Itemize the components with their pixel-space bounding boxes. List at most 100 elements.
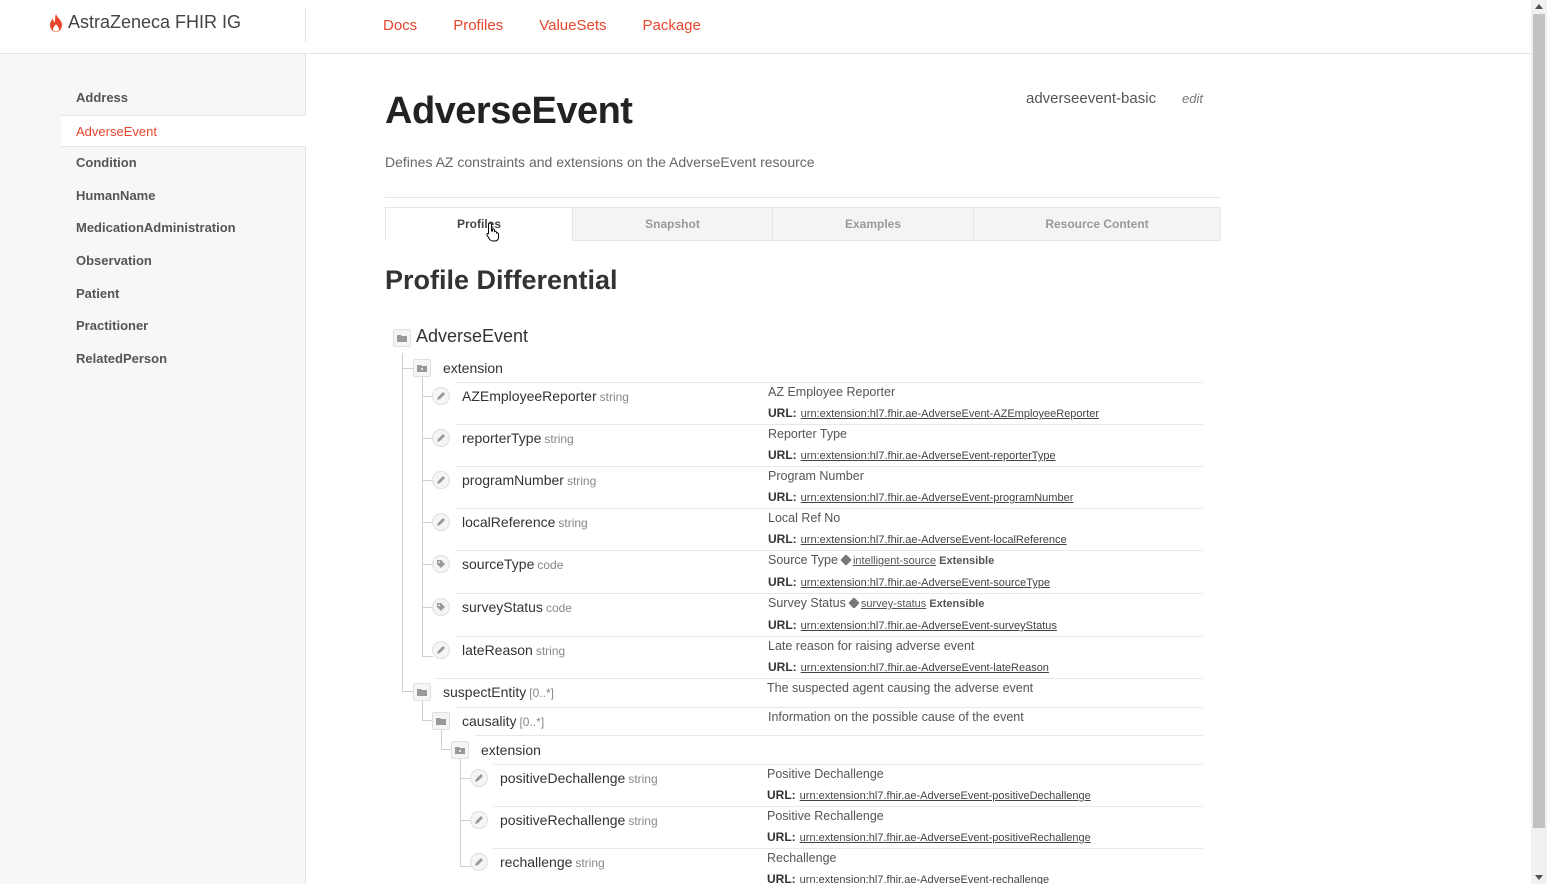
nav-package[interactable]: Package <box>642 17 700 34</box>
sidebar-item-condition[interactable]: Condition <box>61 147 306 180</box>
folder-plus-icon[interactable] <box>413 359 431 377</box>
element-type: string <box>599 390 629 404</box>
nav-docs[interactable]: Docs <box>383 17 417 34</box>
pencil-icon <box>470 769 488 787</box>
url-link[interactable]: urn:extension:hl7.fhir.ae-AdverseEvent-p… <box>800 832 1091 844</box>
tree-node-causality[interactable]: causality [0..*] <box>462 713 544 729</box>
url-label: URL: <box>768 490 797 504</box>
element-name: rechallenge <box>500 854 573 870</box>
element-type: string <box>544 432 574 446</box>
pencil-icon <box>432 513 450 531</box>
element-cardinality: [0..*] <box>529 686 554 700</box>
brand-logo[interactable]: AstraZeneca FHIR IG <box>48 12 241 33</box>
folder-icon[interactable] <box>432 712 450 730</box>
element-description: Information on the possible cause of the… <box>768 710 1024 724</box>
url-link[interactable]: urn:extension:hl7.fhir.ae-AdverseEvent-A… <box>801 408 1099 420</box>
tree-node-ext[interactable]: reporterType string <box>462 430 574 446</box>
tag-icon <box>432 555 450 573</box>
sidebar-item-medicationadministration[interactable]: MedicationAdministration <box>61 212 306 245</box>
url-link[interactable]: urn:extension:hl7.fhir.ae-AdverseEvent-s… <box>801 577 1050 589</box>
element-description: Source Type intelligent-source Extensible <box>768 553 994 567</box>
folder-plus-icon[interactable] <box>451 741 469 759</box>
row-separator <box>455 550 1203 551</box>
element-name: lateReason <box>462 642 533 658</box>
sidebar-item-adverseevent[interactable]: AdverseEvent <box>61 114 306 148</box>
url-link[interactable]: urn:extension:hl7.fhir.ae-AdverseEvent-p… <box>800 790 1091 802</box>
scroll-thumb[interactable] <box>1533 14 1545 828</box>
tree-node-ext[interactable]: rechallenge string <box>500 854 605 870</box>
url-label: URL: <box>767 830 796 844</box>
description-text: Survey Status <box>768 596 846 610</box>
folder-icon[interactable] <box>393 329 411 347</box>
element-name: sourceType <box>462 556 535 572</box>
element-name: reporterType <box>462 430 542 446</box>
url-label: URL: <box>768 532 797 546</box>
element-name: surveyStatus <box>462 599 543 615</box>
tree-node-ext[interactable]: AZEmployeeReporter string <box>462 388 629 404</box>
tree-node-ext[interactable]: localReference string <box>462 514 588 530</box>
tree-node-ext[interactable]: positiveRechallenge string <box>500 812 658 828</box>
sidebar-item-practitioner[interactable]: Practitioner <box>61 310 306 343</box>
url-label: URL: <box>768 618 797 632</box>
row-separator <box>455 466 1203 467</box>
profile-tree: AdverseEvent extension AZEmployeeReporte… <box>385 54 1221 884</box>
url-link[interactable]: urn:extension:hl7.fhir.ae-AdverseEvent-s… <box>801 620 1057 632</box>
element-url: URL: urn:extension:hl7.fhir.ae-AdverseEve… <box>768 532 1067 546</box>
sidebar-item-address[interactable]: Address <box>61 82 306 115</box>
brand-name: AstraZeneca FHIR IG <box>68 12 242 32</box>
element-description: AZ Employee Reporter <box>768 385 896 399</box>
tree-node-extension[interactable]: extension <box>443 360 503 376</box>
url-link[interactable]: urn:extension:hl7.fhir.ae-AdverseEvent-l… <box>801 662 1049 674</box>
element-type: string <box>575 856 605 870</box>
folder-icon[interactable] <box>413 683 431 701</box>
sidebar-item-observation[interactable]: Observation <box>61 245 306 278</box>
element-url: URL: urn:extension:hl7.fhir.ae-AdverseEve… <box>767 872 1049 884</box>
tree-node-ext[interactable]: programNumber string <box>462 472 596 488</box>
tree-connector <box>422 700 423 720</box>
tree-node-ext[interactable]: positiveDechallenge string <box>500 770 658 786</box>
url-link[interactable]: urn:extension:hl7.fhir.ae-AdverseEvent-r… <box>800 874 1049 884</box>
scroll-up-arrow-icon[interactable] <box>1535 4 1543 9</box>
binding-link[interactable]: intelligent-source <box>853 555 936 567</box>
url-link[interactable]: urn:extension:hl7.fhir.ae-AdverseEvent-r… <box>801 450 1056 462</box>
vertical-scrollbar[interactable] <box>1531 0 1547 884</box>
tree-connector <box>460 759 461 866</box>
element-name: localReference <box>462 514 556 530</box>
element-name: programNumber <box>462 472 564 488</box>
pencil-icon <box>470 853 488 871</box>
pencil-icon <box>432 471 450 489</box>
tag-icon <box>840 554 852 566</box>
url-label: URL: <box>768 575 797 589</box>
scroll-down-arrow-icon[interactable] <box>1535 875 1543 880</box>
element-url: URL: urn:extension:hl7.fhir.ae-AdverseEve… <box>768 660 1049 674</box>
element-description: Program Number <box>768 469 864 483</box>
url-label: URL: <box>768 448 797 462</box>
tree-node-suspectentity[interactable]: suspectEntity [0..*] <box>443 684 554 700</box>
tree-root[interactable]: AdverseEvent <box>416 326 528 347</box>
tree-node-ext[interactable]: sourceType code <box>462 556 563 572</box>
binding-link[interactable]: survey-status <box>861 598 926 610</box>
url-link[interactable]: urn:extension:hl7.fhir.ae-AdverseEvent-l… <box>801 534 1067 546</box>
element-url: URL: urn:extension:hl7.fhir.ae-AdverseEve… <box>767 788 1091 802</box>
tree-node-ext[interactable]: lateReason string <box>462 642 565 658</box>
tree-connector <box>422 656 433 657</box>
element-description: The suspected agent causing the adverse … <box>767 681 1034 695</box>
nav-valuesets[interactable]: ValueSets <box>539 17 606 34</box>
url-link[interactable]: urn:extension:hl7.fhir.ae-AdverseEvent-p… <box>801 492 1074 504</box>
element-description: Survey Status survey-status Extensible <box>768 596 984 610</box>
binding: survey-status Extensible <box>846 597 984 610</box>
tree-connector <box>441 729 442 749</box>
nav-profiles[interactable]: Profiles <box>453 17 503 34</box>
sidebar-item-humanname[interactable]: HumanName <box>61 180 306 213</box>
binding: intelligent-source Extensible <box>838 554 994 567</box>
element-type: string <box>558 516 588 530</box>
row-separator <box>493 764 1203 765</box>
url-label: URL: <box>767 872 796 884</box>
tree-node-extension[interactable]: extension <box>481 742 541 758</box>
tree-node-ext[interactable]: surveyStatus code <box>462 599 572 615</box>
sidebar-item-relatedperson[interactable]: RelatedPerson <box>61 343 306 376</box>
pencil-icon <box>432 429 450 447</box>
element-type: string <box>535 644 566 658</box>
tree-connector <box>460 866 471 867</box>
sidebar-item-patient[interactable]: Patient <box>61 278 306 311</box>
